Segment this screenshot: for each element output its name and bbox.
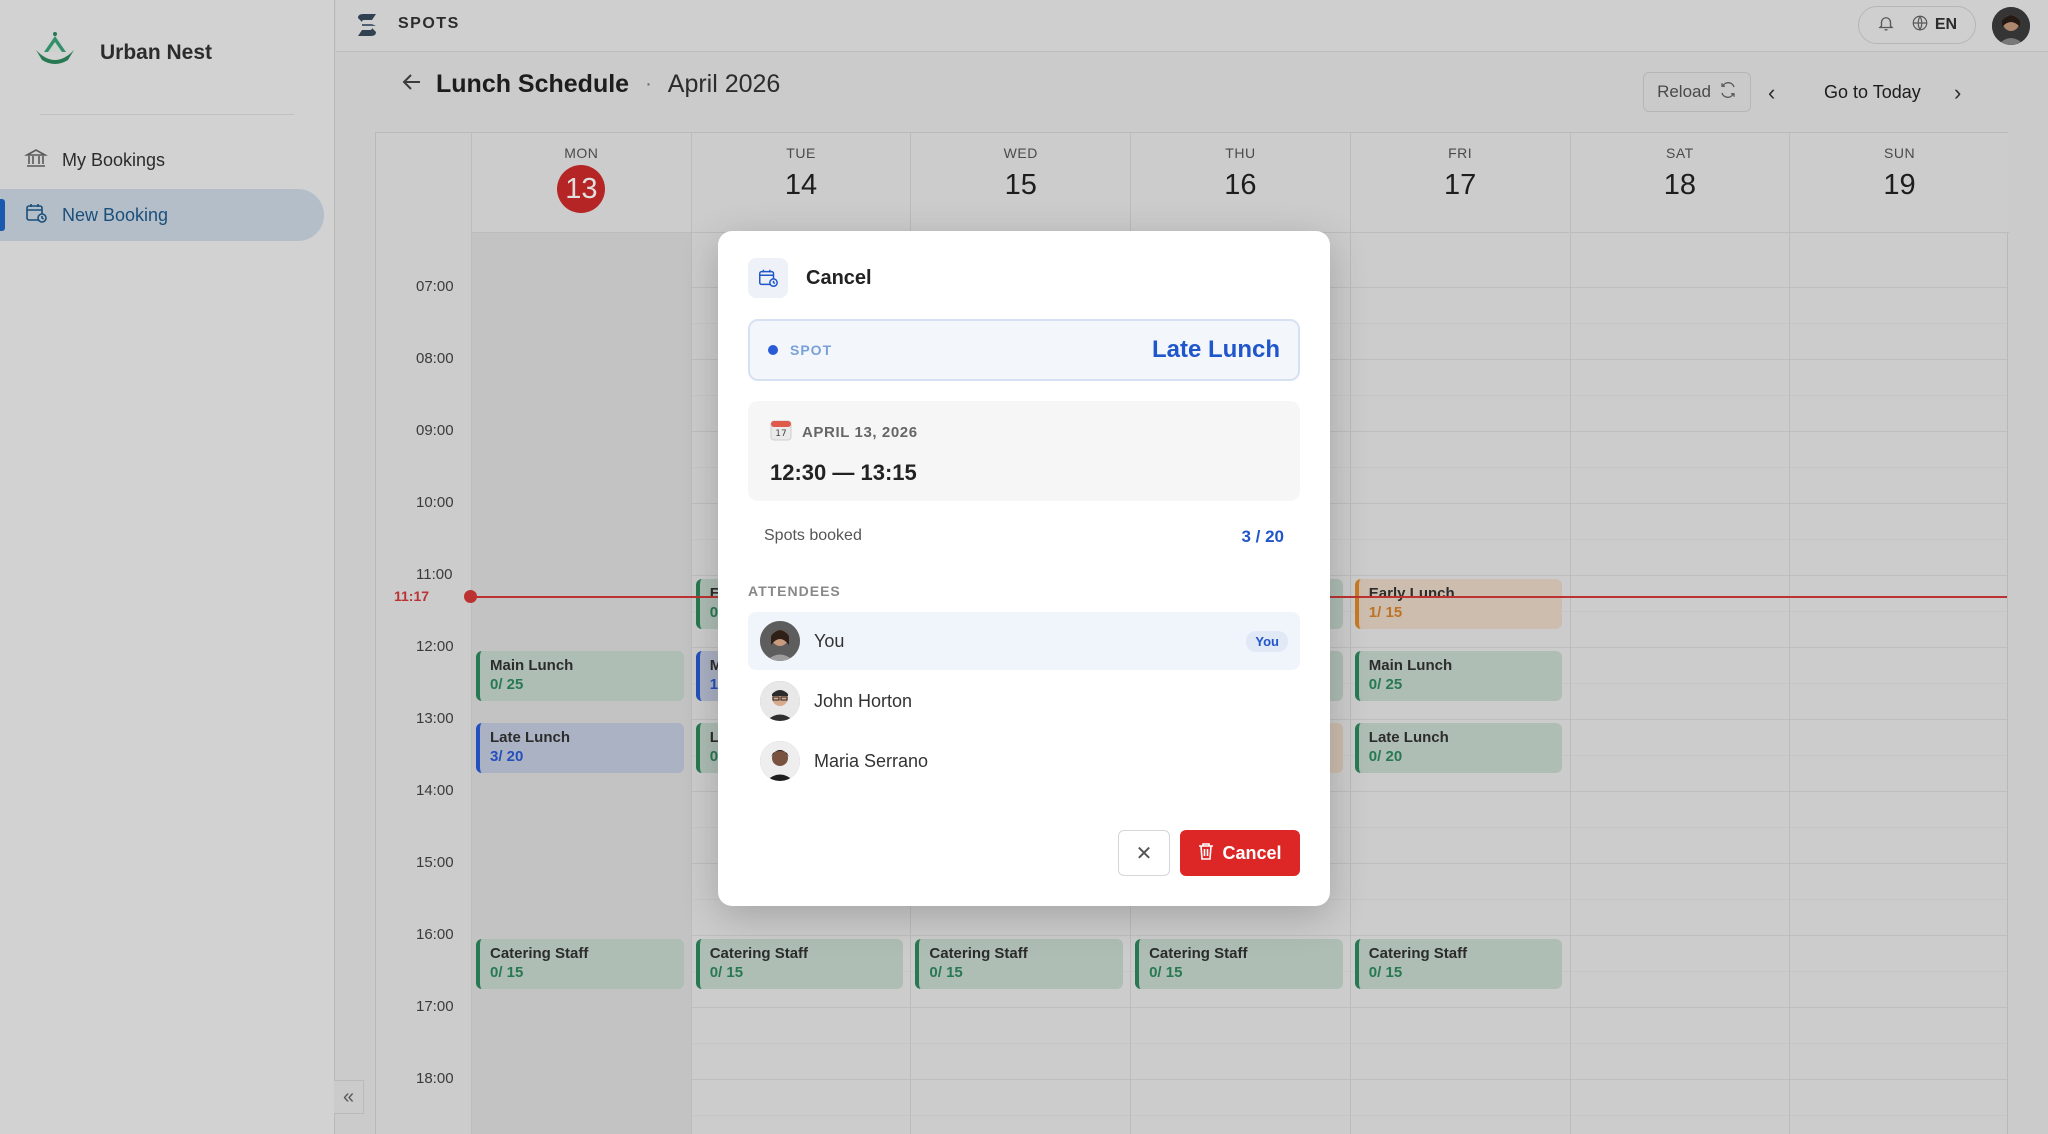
attendee-name: Maria Serrano	[814, 750, 929, 771]
spot-name: Late Lunch	[1151, 336, 1280, 363]
avatar	[760, 741, 800, 781]
spot-dot	[768, 345, 778, 355]
attendee-name: John Horton	[814, 690, 913, 711]
attendees-heading: ATTENDEES	[748, 583, 841, 599]
booking-time: 12:30 — 13:15	[770, 460, 917, 485]
spot-summary: SPOT Late Lunch	[748, 319, 1300, 381]
cancel-label: Cancel	[1222, 842, 1282, 863]
calendar-clock-icon	[748, 258, 788, 298]
close-dialog-button[interactable]: ✕	[1118, 830, 1170, 876]
attendee-name: You	[814, 630, 845, 651]
avatar	[760, 681, 800, 721]
spots-booked-value: 3 / 20	[1241, 527, 1284, 546]
attendee-row: John Horton	[748, 672, 1300, 730]
calendar-icon: 17	[770, 419, 792, 446]
confirm-cancel-button[interactable]: Cancel	[1180, 830, 1300, 876]
spot-label: SPOT	[790, 342, 833, 358]
trash-icon	[1198, 842, 1214, 865]
booking-date-time: 17 APRIL 13, 2026 12:30 — 13:15	[748, 401, 1300, 501]
spots-booked-label: Spots booked	[764, 527, 862, 544]
close-icon: ✕	[1135, 842, 1153, 865]
spots-booked-row: Spots booked 3 / 20	[764, 527, 1284, 547]
booking-date: APRIL 13, 2026	[802, 424, 918, 441]
you-badge: You	[1246, 630, 1288, 652]
dialog-title: Cancel	[806, 266, 872, 289]
calendar-badge-number: 17	[775, 429, 786, 439]
cancel-booking-dialog: Cancel SPOT Late Lunch 17 APRIL 13, 2026…	[718, 231, 1330, 906]
dialog-header: Cancel	[748, 258, 872, 298]
attendee-row: Maria Serrano	[748, 732, 1300, 790]
avatar	[760, 621, 800, 661]
attendee-row: You You	[748, 612, 1300, 670]
